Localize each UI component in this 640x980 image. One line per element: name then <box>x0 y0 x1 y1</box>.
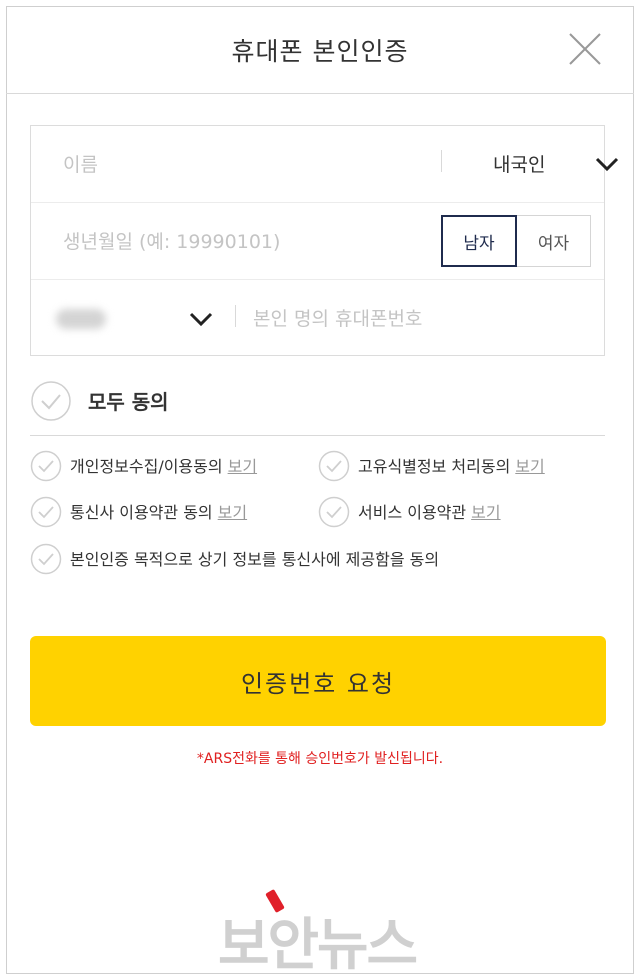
check-circle-icon <box>30 496 62 528</box>
divider <box>235 305 236 327</box>
name-input[interactable]: 이름 <box>63 150 98 177</box>
watermark-logo: 보안뉴스 <box>218 888 428 978</box>
identity-form: 이름 내국인 생년월일 (예: 19990101) 남자 여자 본인 명의 휴대… <box>30 125 619 356</box>
check-circle-icon <box>30 543 62 575</box>
modal-header: 휴대폰 본인인증 <box>6 6 634 94</box>
page-title: 휴대폰 본인인증 <box>231 37 409 66</box>
agree-item-label: 본인인증 목적으로 상기 정보를 통신사에 제공함을 동의 <box>70 550 440 569</box>
chevron-down-icon <box>189 312 213 327</box>
check-circle-icon <box>31 381 71 421</box>
chevron-down-icon <box>595 157 619 172</box>
request-code-button[interactable]: 인증번호 요청 <box>30 636 606 726</box>
gender-female-button[interactable]: 여자 <box>517 215 591 267</box>
watermark-text: 보안뉴스 <box>218 913 418 978</box>
ars-notice: *ARS전화를 통해 승인번호가 발신됩니다. <box>196 751 444 767</box>
view-link[interactable]: 보기 <box>471 503 500 522</box>
birthdate-input[interactable]: 생년월일 (예: 19990101) <box>63 227 280 254</box>
check-circle-icon <box>318 496 350 528</box>
gender-male-button[interactable]: 남자 <box>441 215 517 267</box>
nationality-value: 내국인 <box>493 154 546 176</box>
check-circle-icon <box>30 450 62 482</box>
divider <box>441 150 442 172</box>
view-link[interactable]: 보기 <box>515 457 544 476</box>
view-link[interactable]: 보기 <box>228 457 257 476</box>
agree-item-label: 통신사 이용약관 동의 보기 <box>70 503 248 522</box>
carrier-value-blurred <box>56 309 106 329</box>
agree-item-label: 개인정보수집/이용동의 보기 <box>70 457 258 476</box>
phone-input[interactable]: 본인 명의 휴대폰번호 <box>253 304 422 331</box>
carrier-select[interactable] <box>31 283 219 353</box>
check-circle-icon <box>318 450 350 482</box>
agree-item-label: 서비스 이용약관 보기 <box>358 503 501 522</box>
nationality-select[interactable]: 내국인 <box>463 126 619 203</box>
view-link[interactable]: 보기 <box>218 503 247 522</box>
close-icon <box>569 33 601 65</box>
agree-item-label: 고유식별정보 처리동의 보기 <box>358 457 545 476</box>
section-divider <box>30 435 605 436</box>
close-button[interactable] <box>568 32 602 66</box>
agree-all-label: 모두 동의 <box>88 390 169 414</box>
